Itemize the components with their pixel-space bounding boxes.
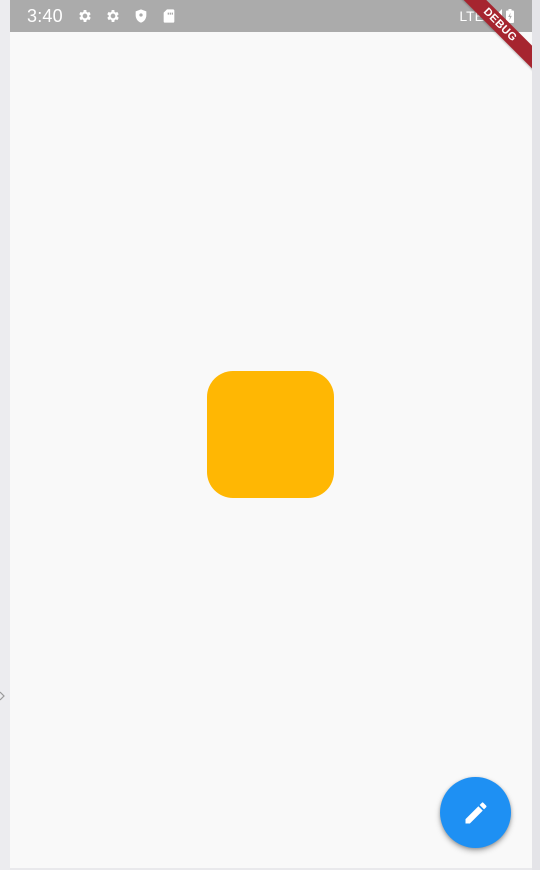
signal-icon: [488, 9, 502, 23]
edit-fab-button[interactable]: [440, 777, 511, 848]
settings-icon: [105, 8, 121, 24]
status-bar: 3:40 LTE: [10, 0, 532, 32]
network-type-label: LTE: [459, 8, 484, 24]
app-screen: 3:40 LTE DEBUG: [10, 0, 532, 868]
right-gutter: [532, 0, 540, 870]
battery-charging-icon: [506, 9, 514, 23]
animated-box: [207, 371, 334, 498]
edit-icon: [465, 801, 486, 823]
sim-card-icon: [161, 8, 177, 24]
status-right-group: LTE: [459, 6, 514, 26]
resize-handle-icon[interactable]: [0, 688, 6, 704]
status-time: 3:40: [27, 6, 63, 26]
settings-icon: [77, 8, 93, 24]
device-frame: 3:40 LTE DEBUG: [0, 0, 540, 870]
shield-icon: [133, 8, 149, 24]
left-gutter: [0, 0, 10, 870]
